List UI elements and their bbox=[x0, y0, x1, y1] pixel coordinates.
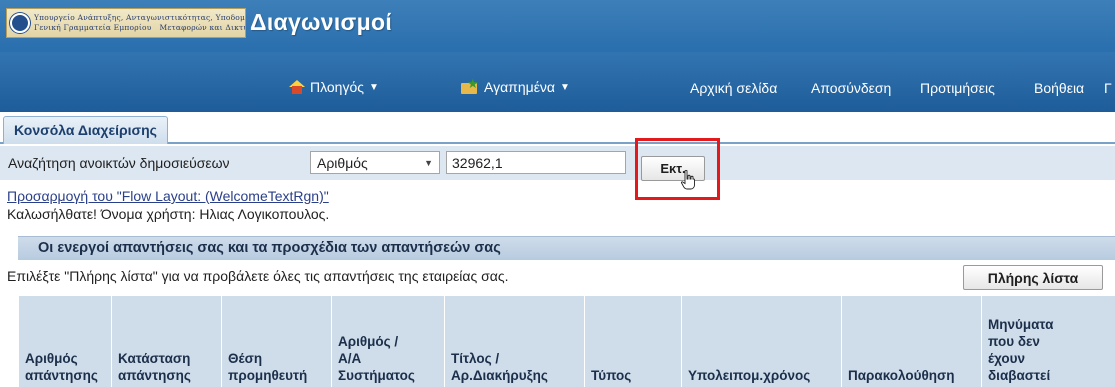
search-input[interactable] bbox=[446, 151, 626, 174]
section-description: Επιλέξτε "Πλήρης λίστα" για να προβάλετε… bbox=[7, 268, 509, 284]
tab-admin-console[interactable]: Κονσόλα Διαχείρισης bbox=[3, 116, 168, 144]
responses-table: Αριθμός απάντησης Κατάσταση απάντησης Θέση… bbox=[18, 296, 1115, 387]
seal-icon bbox=[10, 13, 30, 33]
favorites-label: Αγαπημένα bbox=[484, 79, 556, 95]
help-link[interactable]: Βοήθεια bbox=[1034, 80, 1084, 96]
highlight-box bbox=[635, 138, 720, 200]
navigator-label: Πλοηγός bbox=[310, 79, 365, 95]
search-type-value: Αριθμός bbox=[317, 154, 368, 171]
navigator-menu[interactable]: Πλοηγός ▼ bbox=[289, 79, 379, 95]
app-title: Διαγωνισμοί bbox=[250, 9, 393, 35]
col-system-number[interactable]: Αριθμός / Α/Α Συστήματος bbox=[331, 296, 445, 387]
section-title: Οι ενεργοί απαντήσεις σας και τα προσχέδ… bbox=[18, 236, 1115, 260]
table-header-row: Αριθμός απάντησης Κατάσταση απάντησης Θέση… bbox=[18, 296, 1115, 387]
app-header: Υπουργείο Ανάπτυξης, Ανταγωνιστικότητας,… bbox=[0, 0, 1115, 112]
logout-link[interactable]: Αποσύνδεση bbox=[811, 80, 891, 96]
caret-down-icon: ▼ bbox=[560, 81, 570, 93]
logo-line-2b: Μεταφορών και Δικτύων bbox=[159, 23, 246, 32]
search-type-select[interactable]: Αριθμός ▼ bbox=[310, 151, 440, 174]
search-bar: Αναζήτηση ανοικτών δημοσιεύσεων Αριθμός … bbox=[0, 146, 1115, 180]
logo-line-2a: Γενική Γραμματεία Εμπορίου bbox=[34, 23, 152, 32]
chevron-down-icon: ▼ bbox=[424, 157, 433, 168]
ministry-logo[interactable]: Υπουργείο Ανάπτυξης, Ανταγωνιστικότητας,… bbox=[6, 8, 246, 38]
welcome-text: Καλωσήλθατε! Όνομα χρήστη: Ηλιας Λογικοπ… bbox=[7, 206, 330, 222]
personalize-link[interactable]: Προσαρμογή του "Flow Layout: (WelcomeTex… bbox=[7, 188, 329, 204]
col-response-number[interactable]: Αριθμός απάντησης bbox=[18, 296, 112, 387]
favorites-menu[interactable]: ★ Αγαπημένα ▼ bbox=[461, 77, 570, 95]
col-time-remaining[interactable]: Υπολειπομ.χρόνος bbox=[681, 296, 842, 387]
hand-cursor-icon bbox=[681, 170, 695, 190]
favorites-icon: ★ bbox=[461, 77, 479, 94]
home-link[interactable]: Αρχική σελίδα bbox=[690, 80, 777, 96]
caret-down-icon: ▼ bbox=[369, 81, 379, 93]
overflow-link[interactable]: Γ bbox=[1104, 80, 1112, 96]
preferences-link[interactable]: Προτιμήσεις bbox=[920, 80, 995, 96]
logo-text: Υπουργείο Ανάπτυξης, Ανταγωνιστικότητας,… bbox=[34, 13, 245, 33]
col-response-status[interactable]: Κατάσταση απάντησης bbox=[111, 296, 222, 387]
home-icon bbox=[289, 80, 305, 94]
full-list-button[interactable]: Πλήρης λίστα bbox=[963, 265, 1103, 290]
col-type[interactable]: Τύπος bbox=[584, 296, 682, 387]
logo-line-1: Υπουργείο Ανάπτυξης, Ανταγωνιστικότητας,… bbox=[34, 13, 245, 22]
col-monitoring[interactable]: Παρακολούθηση bbox=[841, 296, 982, 387]
tab-bar: Κονσόλα Διαχείρισης bbox=[0, 112, 1115, 144]
col-supplier-rank[interactable]: Θέση προμηθευτή bbox=[221, 296, 332, 387]
search-label: Αναζήτηση ανοικτών δημοσιεύσεων bbox=[8, 155, 230, 171]
col-unread-messages[interactable]: Μηνύματα που δεν έχουν διαβαστεί bbox=[981, 296, 1115, 387]
col-title[interactable]: Τίτλος / Αρ.Διακήρυξης bbox=[444, 296, 585, 387]
